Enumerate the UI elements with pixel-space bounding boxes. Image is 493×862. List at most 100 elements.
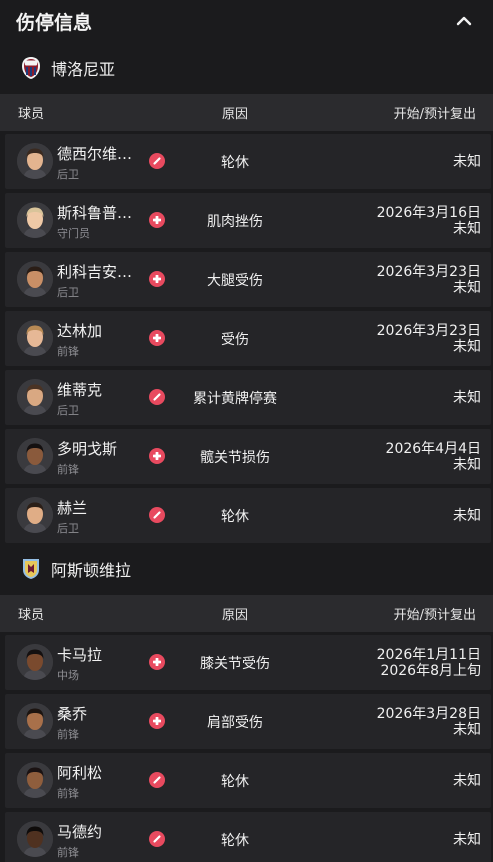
player-avatar [17,320,53,356]
return-date: 未知 [453,721,481,738]
player-row[interactable]: 卡马拉 中场 膝关节受伤 2026年1月11日 2026年8月上旬 [5,635,491,690]
player-row[interactable]: 阿利松 前锋 轮休 未知 [5,753,491,808]
player-row[interactable]: 维蒂克后卫 累计黄牌停赛 未知 [5,370,491,425]
injury-dates: 未知 [453,753,481,808]
injury-reason: 轮休 [221,832,249,849]
column-reason: 原因 [221,608,249,623]
player-avatar [17,379,53,415]
player-position: 前锋 [57,463,79,476]
start-date: 2026年4月4日 [385,440,481,457]
column-header: 球员 原因 开始/预计复出 [0,94,493,131]
player-name: 利科吉安… [57,263,133,281]
column-reason: 原因 [221,107,249,122]
player-avatar [17,644,53,680]
injury-cross-icon [149,271,165,287]
player-position: 后卫 [57,404,79,417]
player-name: 马德约 [57,823,103,841]
player-name: 桑乔 [57,705,88,723]
injury-cross-icon [149,713,165,729]
bologna-crest-icon [20,56,42,80]
return-date: 未知 [453,279,481,296]
chevron-up-icon[interactable] [453,10,475,32]
injury-reason: 累计黄牌停赛 [193,390,277,407]
player-position: 前锋 [57,728,79,741]
player-name: 达林加 [57,322,103,340]
aston-villa-crest-icon [20,557,42,581]
player-position: 中场 [57,669,79,682]
injury-dates: 2026年3月23日 未知 [377,311,481,366]
player-name: 维蒂克 [57,381,103,399]
player-avatar [17,703,53,739]
player-name: 德西尔维… [57,145,133,163]
player-row[interactable]: 利科吉安… 后卫 大腿受伤 2026年3月23日 未知 [5,252,491,307]
injury-cross-icon [149,330,165,346]
player-name: 斯科鲁普… [57,204,133,222]
return-date: 未知 [453,389,481,406]
panel-header[interactable]: 伤停信息 [0,0,493,42]
injury-reason: 肌肉挫伤 [207,213,263,230]
start-date: 2026年1月11日 [376,646,481,663]
player-list-aston-villa: 卡马拉 中场 膝关节受伤 2026年1月11日 2026年8月上旬 桑乔 前锋 肩部受伤 202… [0,635,493,862]
suspension-icon [149,507,165,523]
return-date: 未知 [453,831,481,848]
injury-dates: 未知 [453,488,481,543]
team-header-bologna[interactable]: 博洛尼亚 [0,42,493,94]
player-row[interactable]: 桑乔前锋 肩部受伤 2026年3月28日 未知 [5,694,491,749]
player-position: 前锋 [57,846,79,859]
injury-dates: 2026年3月16日 未知 [377,193,481,248]
return-date: 未知 [453,220,481,237]
player-list-bologna: 德西尔维… 后卫 轮休 未知 斯科鲁普… 守门员 肌肉挫伤 2026年3月16日 未知 利科吉安…… [0,134,493,543]
injury-cross-icon [149,448,165,464]
player-row[interactable]: 德西尔维… 后卫 轮休 未知 [5,134,491,189]
return-date: 未知 [453,153,481,170]
return-date: 未知 [453,338,481,355]
player-position: 守门员 [57,227,90,240]
injury-reason: 轮休 [221,154,249,171]
start-date: 2026年3月23日 [376,263,481,280]
start-date: 2026年3月28日 [376,705,481,722]
player-avatar [17,497,53,533]
player-position: 后卫 [57,286,79,299]
player-avatar [17,143,53,179]
panel-title: 伤停信息 [16,11,93,34]
return-date: 2026年8月上旬 [380,662,481,679]
player-name: 赫兰 [57,499,88,517]
player-name: 卡马拉 [57,646,103,664]
player-position: 后卫 [57,168,79,181]
injury-reason: 受伤 [221,331,249,348]
injury-dates: 2026年4月4日 未知 [386,429,481,484]
team-name: 阿斯顿维拉 [51,561,132,580]
injury-panel: 伤停信息 博洛尼亚 球员 原因 开始/预计复出 德西尔维… 后卫 轮休 未知 斯科鲁普…… [0,0,493,862]
start-date: 2026年3月23日 [376,322,481,339]
player-row[interactable]: 斯科鲁普… 守门员 肌肉挫伤 2026年3月16日 未知 [5,193,491,248]
suspension-icon [149,831,165,847]
player-avatar [17,261,53,297]
player-row[interactable]: 达林加前锋 受伤 2026年3月23日 未知 [5,311,491,366]
player-row[interactable]: 马德约前锋 轮休 未知 [5,812,491,862]
return-date: 未知 [453,507,481,524]
player-avatar [17,202,53,238]
player-position: 前锋 [57,787,79,800]
column-dates: 开始/预计复出 [393,608,476,623]
player-row[interactable]: 多明戈斯 前锋 髋关节损伤 2026年4月4日 未知 [5,429,491,484]
injury-dates: 2026年3月28日 未知 [377,694,481,749]
player-row[interactable]: 赫兰后卫 轮休 未知 [5,488,491,543]
injury-dates: 未知 [453,370,481,425]
player-position: 前锋 [57,345,79,358]
player-avatar [17,821,53,857]
player-avatar [17,762,53,798]
team-name: 博洛尼亚 [51,60,116,79]
injury-reason: 大腿受伤 [207,272,263,289]
injury-cross-icon [149,654,165,670]
injury-reason: 轮休 [221,508,249,525]
injury-reason: 轮休 [221,773,249,790]
injury-reason: 肩部受伤 [207,714,263,731]
start-date: 2026年3月16日 [376,204,481,221]
player-position: 后卫 [57,522,79,535]
column-dates: 开始/预计复出 [393,107,476,122]
team-header-aston-villa[interactable]: 阿斯顿维拉 [0,543,493,595]
injury-cross-icon [149,212,165,228]
injury-dates: 2026年3月23日 未知 [377,252,481,307]
return-date: 未知 [453,772,481,789]
return-date: 未知 [453,456,481,473]
